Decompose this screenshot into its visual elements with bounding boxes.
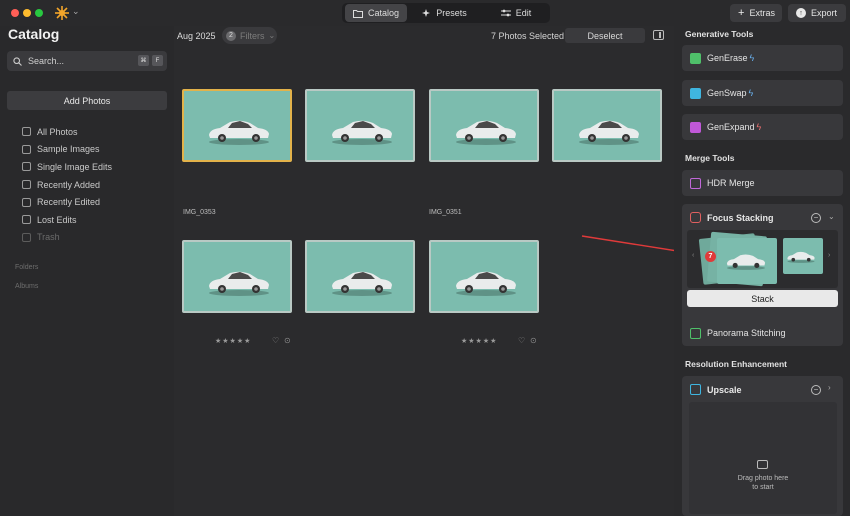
merge-tools-heading: Merge Tools: [685, 153, 735, 163]
drop-instructions: Drag photo here to start: [689, 474, 837, 492]
upscale-panel: Upscale − › Drag photo here to start: [682, 376, 843, 516]
ai-spark-icon: ϟ: [756, 122, 762, 132]
stack-count-badge: 7: [705, 251, 716, 262]
focus-stack-preview: 7 ‹ ›: [687, 230, 838, 288]
hdr-icon: [690, 177, 701, 189]
drop-line-2: to start: [752, 484, 774, 491]
genswap-tool-button[interactable]: GenSwap ϟ: [682, 80, 843, 106]
image-icon: [757, 460, 768, 469]
focus-stacking-panel: Focus Stacking − ⌄ 7 ‹ › Stack: [682, 204, 843, 336]
panorama-stitching-tool-button[interactable]: Panorama Stitching: [682, 320, 843, 346]
hdr-merge-tool-button[interactable]: HDR Merge: [682, 170, 843, 196]
swap-icon: [690, 87, 701, 99]
expand-icon: [690, 121, 701, 133]
focus-stacking-label: Focus Stacking: [707, 212, 774, 223]
genexpand-tool-button[interactable]: GenExpand ϟ: [682, 114, 843, 140]
ai-spark-icon: ϟ: [748, 88, 754, 98]
car-image: [726, 254, 766, 270]
generase-tool-button[interactable]: GenErase ϟ: [682, 45, 843, 71]
photo-drop-zone[interactable]: Drag photo here to start: [689, 402, 837, 514]
stacked-photo: [717, 238, 777, 284]
generative-tools-heading: Generative Tools: [685, 29, 754, 39]
chevron-left-icon[interactable]: ‹: [692, 252, 694, 259]
tools-panel: Generative Tools GenErase ϟ GenSwap ϟ Ge…: [674, 26, 850, 516]
chevron-right-icon[interactable]: ›: [828, 383, 831, 392]
panorama-label: Panorama Stitching: [707, 328, 786, 338]
hdr-merge-label: HDR Merge: [707, 178, 755, 188]
panorama-icon: [690, 327, 701, 339]
ai-spark-icon: ϟ: [749, 53, 755, 63]
remove-icon[interactable]: −: [811, 213, 821, 223]
focus-icon: [690, 212, 701, 223]
car-image: [787, 251, 815, 263]
genswap-label: GenSwap: [707, 88, 747, 98]
remove-icon[interactable]: −: [811, 385, 821, 395]
stack-button[interactable]: Stack: [687, 290, 838, 307]
genexpand-label: GenExpand: [707, 122, 755, 132]
drop-line-1: Drag photo here: [737, 475, 789, 482]
resolution-enhancement-heading: Resolution Enhancement: [685, 359, 788, 369]
focus-stacking-header[interactable]: Focus Stacking: [690, 212, 774, 223]
photo-thumbnail: [783, 238, 823, 274]
upscale-header[interactable]: Upscale: [690, 384, 742, 395]
upscale-icon: [690, 384, 701, 395]
upscale-label: Upscale: [707, 384, 742, 395]
eraser-icon: [690, 52, 701, 64]
chevron-right-icon[interactable]: ›: [828, 252, 830, 259]
generase-label: GenErase: [707, 53, 748, 63]
chevron-down-icon[interactable]: ⌄: [828, 212, 835, 221]
